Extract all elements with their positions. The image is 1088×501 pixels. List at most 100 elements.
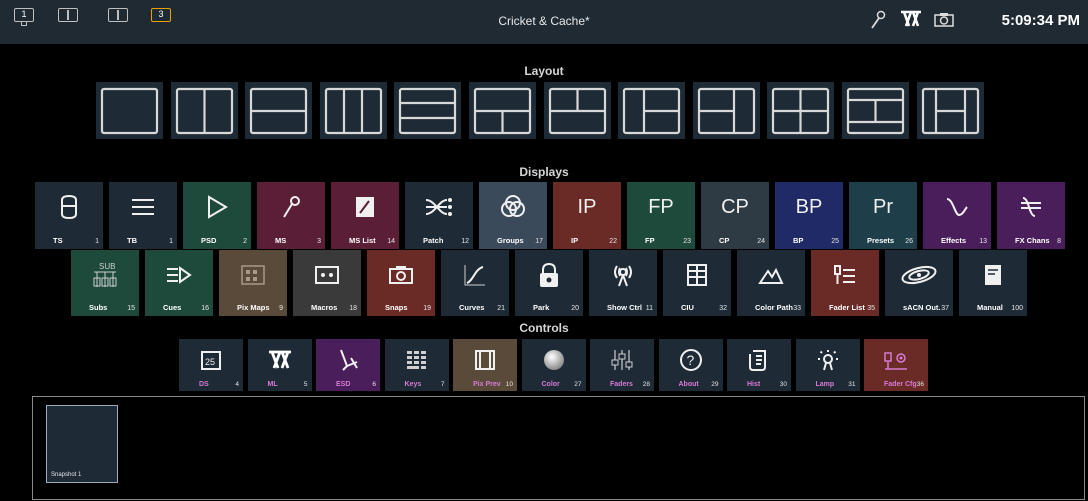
layout-tile-top-bottom-middle[interactable] bbox=[842, 82, 909, 139]
keypad-icon bbox=[385, 348, 449, 372]
fp-text-icon: FP bbox=[648, 195, 674, 218]
layout-tile-single[interactable] bbox=[96, 82, 163, 139]
button-number: 36 bbox=[916, 381, 924, 388]
psd-button[interactable]: PSD 2 bbox=[183, 182, 251, 249]
esd-button[interactable]: ESD 6 bbox=[316, 339, 380, 391]
button-label: MS List bbox=[349, 236, 376, 245]
ip-button[interactable]: IP IP 22 bbox=[553, 182, 621, 249]
bp-text-icon: BP bbox=[795, 195, 823, 218]
macros-button[interactable]: Macros 18 bbox=[293, 250, 361, 316]
button-number: 14 bbox=[387, 238, 395, 245]
camera-icon bbox=[367, 260, 435, 290]
sacn-out-button[interactable]: sACN Out. 37 bbox=[885, 250, 953, 316]
button-number: 19 bbox=[423, 305, 431, 312]
ml-logo-icon[interactable] bbox=[900, 10, 922, 33]
lock-icon bbox=[515, 260, 583, 290]
magic-sheet-icon[interactable] bbox=[868, 10, 888, 35]
ciu-button[interactable]: CIU 32 bbox=[663, 250, 731, 316]
ms-button[interactable]: MS 3 bbox=[257, 182, 325, 249]
button-number: 9 bbox=[279, 305, 283, 312]
fader-cfg-button[interactable]: Fader Cfg 36 bbox=[864, 339, 928, 391]
manual-button[interactable]: Manual 100 bbox=[959, 250, 1027, 316]
color-button[interactable]: Color 27 bbox=[521, 339, 586, 391]
effects-button[interactable]: Effects 13 bbox=[923, 182, 991, 249]
button-label: ESD bbox=[336, 381, 351, 388]
button-label: Hist bbox=[747, 381, 761, 388]
button-label: Cues bbox=[163, 303, 182, 312]
button-number: 23 bbox=[683, 238, 691, 245]
button-label: Pix Maps bbox=[237, 303, 270, 312]
color-path-icon bbox=[737, 260, 805, 290]
button-label: Subs bbox=[89, 303, 108, 312]
presets-button[interactable]: Pr Presets 26 bbox=[849, 182, 917, 249]
galaxy-icon bbox=[885, 260, 953, 290]
button-number: 7 bbox=[440, 381, 445, 388]
cues-icon bbox=[145, 260, 213, 290]
ds-button[interactable]: 25 DS 4 bbox=[179, 339, 243, 391]
film-icon bbox=[453, 348, 517, 372]
hist-button[interactable]: Hist 30 bbox=[727, 339, 791, 391]
fader-list-button[interactable]: Fader List 35 bbox=[811, 250, 879, 316]
layout-tile-vertical-3[interactable] bbox=[319, 82, 387, 139]
tb-button[interactable]: TB 1 bbox=[109, 182, 177, 249]
subs-button[interactable]: SUB Subs 15 bbox=[71, 250, 139, 316]
about-button[interactable]: ? About 29 bbox=[658, 339, 723, 391]
ts-button[interactable]: TS 1 bbox=[35, 182, 103, 249]
snaps-button[interactable]: Snaps 19 bbox=[367, 250, 435, 316]
camera-icon[interactable] bbox=[934, 12, 954, 33]
button-number: 6 bbox=[372, 381, 376, 388]
layout-tile-left-1-right-2[interactable] bbox=[618, 82, 686, 139]
button-label: Macros bbox=[311, 303, 338, 312]
bp-button[interactable]: BP BP 25 bbox=[775, 182, 843, 249]
layout-vertical-2-icon bbox=[175, 87, 233, 135]
layout-left-1-right-2-icon bbox=[623, 87, 681, 135]
button-number: 3 bbox=[317, 238, 321, 245]
button-number: 37 bbox=[941, 305, 949, 312]
button-label: MS bbox=[275, 236, 287, 245]
layout-tile-quad[interactable] bbox=[767, 82, 835, 139]
keys-button[interactable]: Keys 7 bbox=[384, 339, 449, 391]
color-ball-icon bbox=[522, 348, 586, 372]
snapshot-thumbnail[interactable]: Snapshot 1 bbox=[46, 405, 118, 483]
ml-button[interactable]: ML 5 bbox=[247, 339, 312, 391]
pix-prev-button[interactable]: Pix Prev 10 bbox=[453, 339, 517, 391]
layout-tile-top-2-bottom-1[interactable] bbox=[543, 82, 611, 139]
button-number: 26 bbox=[905, 238, 913, 245]
button-label: CP bbox=[719, 236, 730, 245]
color-path-button[interactable]: Color Path 33 bbox=[737, 250, 805, 316]
layout-tile-vertical-2[interactable] bbox=[170, 82, 238, 139]
button-label: Groups bbox=[497, 236, 524, 245]
layout-tile-left-2-right-1[interactable] bbox=[692, 82, 760, 139]
faders-button[interactable]: Faders 28 bbox=[590, 339, 654, 391]
button-label: IP bbox=[571, 236, 579, 245]
button-label: Lamp bbox=[815, 381, 835, 388]
groups-button[interactable]: Groups 17 bbox=[479, 182, 547, 249]
curves-button[interactable]: Curves 21 bbox=[441, 250, 509, 316]
ms-list-button[interactable]: MS List 14 bbox=[331, 182, 399, 249]
patch-button[interactable]: Patch 12 bbox=[405, 182, 473, 249]
park-button[interactable]: Park 20 bbox=[515, 250, 583, 316]
show-ctrl-button[interactable]: Show Ctrl 11 bbox=[589, 250, 657, 316]
lamp-button[interactable]: Lamp 31 bbox=[795, 339, 860, 391]
layout-tile-top-1-bottom-2[interactable] bbox=[469, 82, 536, 139]
button-label: PSD bbox=[201, 236, 217, 245]
fp-button[interactable]: FP FP 23 bbox=[627, 182, 695, 249]
button-label: Color bbox=[541, 381, 560, 388]
button-label: CIU bbox=[681, 303, 694, 312]
curve-icon bbox=[441, 260, 509, 290]
fx-chans-button[interactable]: FX Chans 8 bbox=[997, 182, 1065, 249]
layout-tile-horizontal-3[interactable] bbox=[394, 82, 462, 139]
pix-maps-button[interactable]: Pix Maps 9 bbox=[219, 250, 287, 316]
layout-left-right-middle-icon bbox=[921, 87, 979, 135]
cues-button[interactable]: Cues 16 bbox=[145, 250, 213, 316]
button-number: 22 bbox=[609, 238, 617, 245]
button-label: Presets bbox=[867, 236, 895, 245]
layout-tile-horizontal-2[interactable] bbox=[245, 82, 313, 139]
layout-tile-left-right-middle[interactable] bbox=[916, 82, 984, 139]
button-number: 11 bbox=[645, 305, 653, 312]
ml-logo-icon bbox=[248, 348, 312, 372]
svg-text:SUB: SUB bbox=[99, 262, 115, 271]
layout-quad-icon bbox=[772, 87, 830, 135]
cp-button[interactable]: CP CP 24 bbox=[701, 182, 769, 249]
button-label: Manual bbox=[977, 303, 1003, 312]
